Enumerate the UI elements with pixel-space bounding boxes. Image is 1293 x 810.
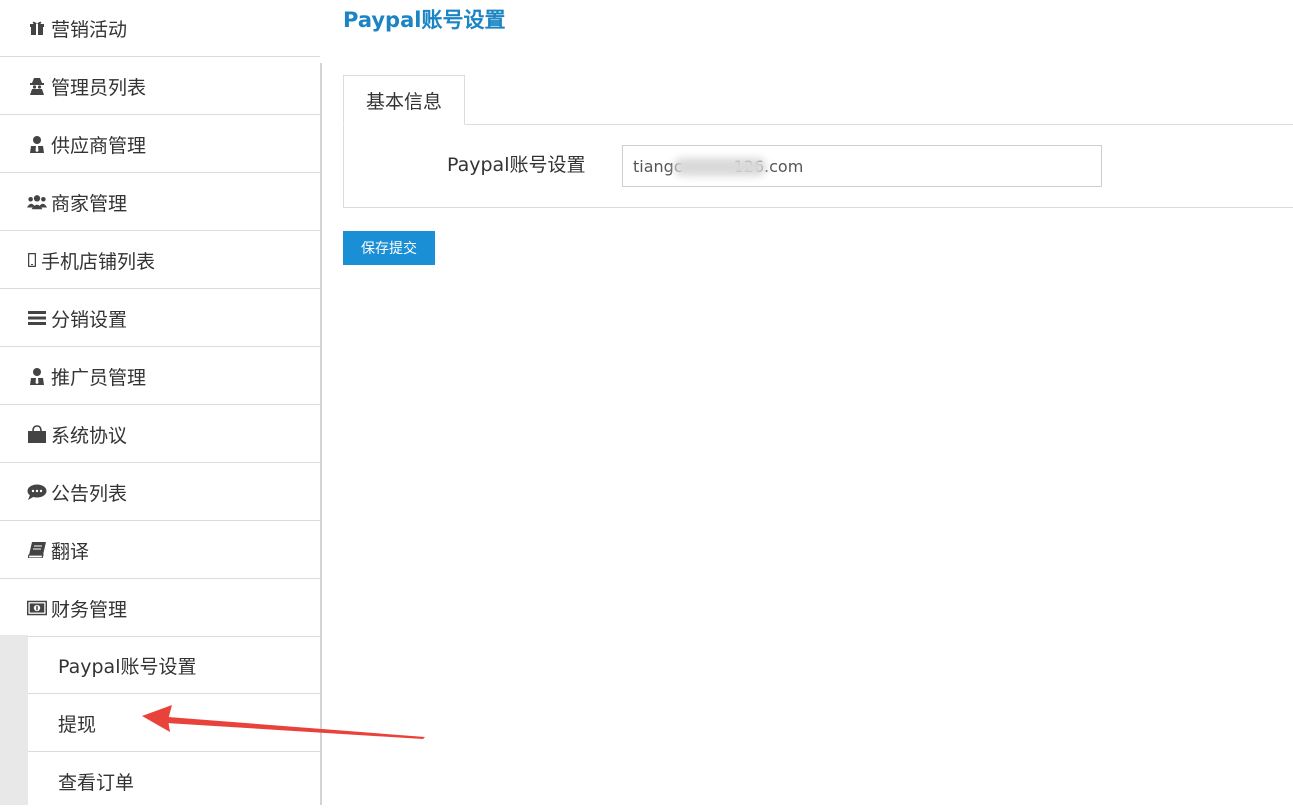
sidebar-item-promoters[interactable]: 推广员管理	[0, 348, 320, 405]
sidebar-item-distribution[interactable]: 分销设置	[0, 290, 320, 347]
sidebar-item-label: 财务管理	[51, 598, 128, 621]
sidebar-item-label: 公告列表	[51, 482, 128, 505]
user-tie-icon	[27, 134, 47, 154]
sidebar-item-suppliers[interactable]: 供应商管理	[0, 116, 320, 173]
book-icon	[27, 540, 47, 560]
user-secret-icon	[27, 76, 47, 96]
sidebar-item-label: 手机店铺列表	[41, 250, 156, 273]
sidebar-subitem-label: 提现	[58, 713, 97, 736]
sidebar-divider	[320, 63, 322, 805]
tab-basic-info[interactable]: 基本信息	[343, 75, 465, 125]
save-submit-button[interactable]: 保存提交	[343, 231, 435, 265]
shopping-bag-icon	[27, 424, 47, 444]
sidebar-item-label: 管理员列表	[51, 76, 147, 99]
list-icon	[27, 308, 47, 328]
sidebar-item-label: 营销活动	[51, 18, 128, 41]
gift-icon	[27, 18, 47, 38]
sidebar-subitem-view-orders[interactable]: 查看订单	[28, 753, 320, 810]
submenu-gutter	[0, 635, 28, 805]
sidebar-item-finance[interactable]: 财务管理	[0, 580, 320, 637]
sidebar-item-label: 系统协议	[51, 424, 128, 447]
annotation-arrow-icon	[142, 705, 425, 739]
sidebar-item-admins[interactable]: 管理员列表	[0, 58, 320, 115]
sidebar-item-label: 推广员管理	[51, 366, 147, 389]
users-icon	[27, 192, 47, 212]
page-title: Paypal账号设置	[343, 8, 506, 32]
sidebar-item-merchants[interactable]: 商家管理	[0, 174, 320, 231]
sidebar-item-label: 翻译	[51, 540, 90, 563]
paypal-account-label: Paypal账号设置	[447, 154, 586, 176]
user-tie-icon	[27, 366, 47, 386]
sidebar-item-label: 分销设置	[51, 308, 128, 331]
sidebar-subitem-label: Paypal账号设置	[58, 655, 197, 678]
sidebar: 营销活动 管理员列表 供应商管理 商家管理 手机店铺列表 分销设置 推广员管理 …	[0, 0, 320, 810]
redaction-blur	[674, 158, 766, 176]
sidebar-item-mobile-stores[interactable]: 手机店铺列表	[0, 232, 320, 289]
sidebar-item-translation[interactable]: 翻译	[0, 522, 320, 579]
sidebar-subitem-label: 查看订单	[58, 772, 135, 794]
sidebar-subitem-paypal-settings[interactable]: Paypal账号设置	[28, 637, 320, 694]
money-icon	[27, 598, 47, 618]
sidebar-item-marketing[interactable]: 营销活动	[0, 0, 320, 57]
sidebar-item-label: 供应商管理	[51, 134, 147, 157]
comment-icon	[27, 482, 47, 502]
sidebar-item-system-agreement[interactable]: 系统协议	[0, 406, 320, 463]
sidebar-item-announcements[interactable]: 公告列表	[0, 464, 320, 521]
sidebar-item-label: 商家管理	[51, 192, 128, 215]
mobile-icon	[27, 250, 37, 270]
